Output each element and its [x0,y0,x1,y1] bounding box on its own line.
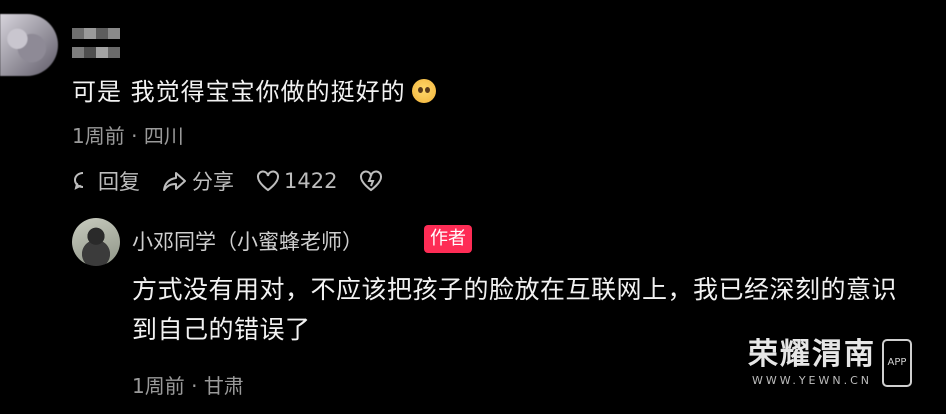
comment-meta: 1周前 · 四川 [72,120,184,149]
watermark-app-icon: APP [882,338,912,387]
heart-icon [257,170,279,192]
comment-actions: 回复 分享 1422 [72,166,409,196]
reply-button[interactable]: 回复 [72,166,140,196]
reply-location: 甘肃 [203,374,244,398]
meta-separator: · [191,374,204,398]
reply-label: 回复 [98,170,140,194]
like-button[interactable]: 1422 [256,169,337,193]
share-icon [163,172,186,191]
share-label: 分享 [192,170,234,194]
watermark-url: WWW.YEWN.CN [751,374,873,387]
author-badge: 作者 [424,225,472,253]
comment-time: 1周前 [72,124,125,148]
reply-meta: 1周前 · 甘肃 [132,370,244,399]
reply-time: 1周前 [132,374,185,398]
commenter-name-blurred[interactable] [72,24,120,58]
comment-location: 四川 [143,124,184,148]
watermark-app-label: APP [887,357,907,368]
reply-icon [73,172,84,190]
like-count: 1422 [284,169,338,193]
watermark-title: 荣耀渭南 [748,337,876,372]
meta-separator: · [131,124,144,148]
watermark: 荣耀渭南 WWW.YEWN.CN APP [748,338,912,387]
commenter-avatar[interactable] [0,14,58,76]
share-button[interactable]: 分享 [162,166,234,196]
dislike-button[interactable] [359,170,387,192]
broken-heart-icon [360,170,383,192]
comment-text: 可是 我觉得宝宝你做的挺好的 [72,72,436,107]
author-name[interactable]: 小邓同学（小蜜蜂老师） [132,226,363,256]
pleading-face-emoji-icon [411,79,436,103]
author-avatar[interactable] [72,218,120,266]
comment-body: 可是 我觉得宝宝你做的挺好的 [72,78,406,106]
